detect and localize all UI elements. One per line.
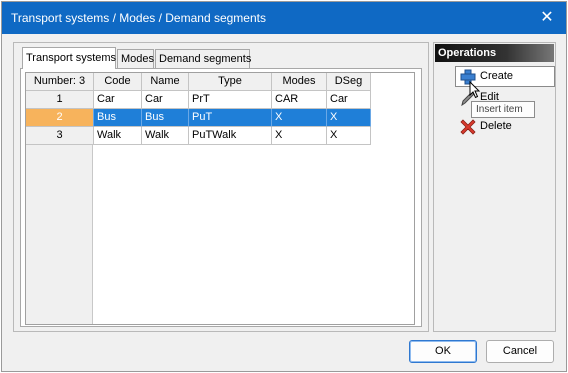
cell-code[interactable]: Bus <box>94 109 142 127</box>
column-header-type[interactable]: Type <box>189 73 272 91</box>
close-icon[interactable]: ✕ <box>532 7 562 29</box>
cell-dseg[interactable]: Car <box>327 91 371 109</box>
tab-demand-segments[interactable]: Demand segments <box>155 49 251 68</box>
cell-modes[interactable]: X <box>272 127 327 145</box>
dialog-window: Transport systems / Modes / Demand segme… <box>1 1 567 372</box>
column-header-modes[interactable]: Modes <box>272 73 327 91</box>
row-number[interactable]: 1 <box>26 91 94 109</box>
cell-type[interactable]: PuT <box>189 109 272 127</box>
cell-name[interactable]: Walk <box>142 127 189 145</box>
mouse-cursor-icon <box>469 81 481 99</box>
cell-name[interactable]: Bus <box>142 109 189 127</box>
tab-content: Number: 3 Code Name Type Modes DSeg 1 Ca… <box>20 68 422 327</box>
column-header-dseg[interactable]: DSeg <box>327 73 371 91</box>
operations-panel: Operations Create Edit Delete <box>433 42 556 332</box>
create-tooltip: Insert item <box>471 101 535 118</box>
transport-systems-table[interactable]: Number: 3 Code Name Type Modes DSeg 1 Ca… <box>25 72 415 325</box>
column-header-code[interactable]: Code <box>94 73 142 91</box>
cancel-button[interactable]: Cancel <box>486 340 554 363</box>
window-title: Transport systems / Modes / Demand segme… <box>11 11 266 25</box>
cell-dseg[interactable]: X <box>327 109 371 127</box>
cell-code[interactable]: Walk <box>94 127 142 145</box>
delete-label: Delete <box>480 120 512 132</box>
tab-modes[interactable]: Modes <box>117 49 154 68</box>
cell-code[interactable]: Car <box>94 91 142 109</box>
cell-modes[interactable]: X <box>272 109 327 127</box>
create-label: Create <box>480 70 514 82</box>
count-header[interactable]: Number: 3 <box>26 73 94 91</box>
title-bar[interactable]: Transport systems / Modes / Demand segme… <box>2 2 566 34</box>
tab-panel: Transport systems Modes Demand segments … <box>13 42 429 332</box>
cell-name[interactable]: Car <box>142 91 189 109</box>
row-number[interactable]: 3 <box>26 127 94 145</box>
delete-button[interactable]: Delete <box>455 116 555 137</box>
delete-icon <box>460 119 476 135</box>
cell-type[interactable]: PrT <box>189 91 272 109</box>
cell-type[interactable]: PuTWalk <box>189 127 272 145</box>
cell-modes[interactable]: CAR <box>272 91 327 109</box>
row-number[interactable]: 2 <box>26 109 94 127</box>
ok-button[interactable]: OK <box>409 340 477 363</box>
column-header-name[interactable]: Name <box>142 73 189 91</box>
operations-header: Operations <box>435 44 554 62</box>
cell-dseg[interactable]: X <box>327 127 371 145</box>
tab-transport-systems[interactable]: Transport systems <box>22 47 116 69</box>
